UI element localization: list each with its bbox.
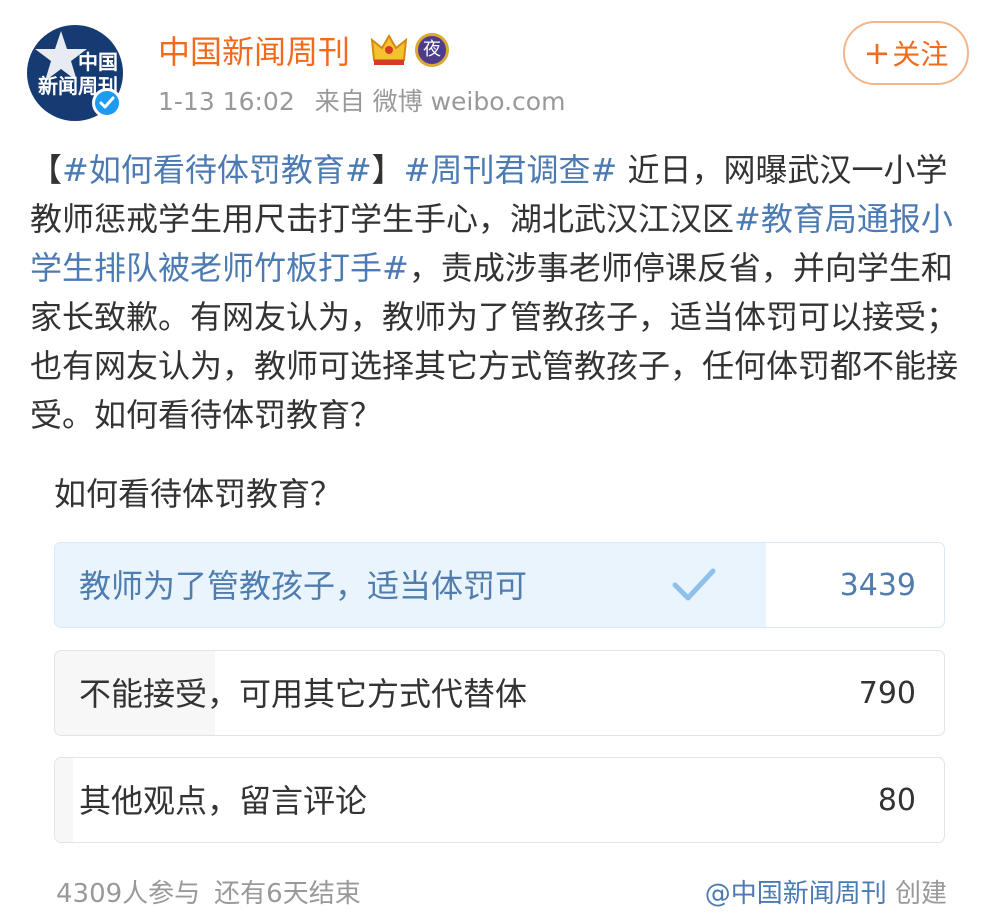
poll-question: 如何看待体罚教育？ bbox=[54, 475, 343, 513]
poll-option-fill bbox=[55, 758, 73, 842]
follow-button[interactable]: +关注 bbox=[843, 21, 969, 85]
creator-link[interactable]: @中国新闻周刊 bbox=[705, 879, 887, 909]
night-mode-badge: 夜 bbox=[415, 33, 449, 67]
poll-option-label: 其他观点，留言评论 bbox=[79, 782, 368, 820]
poll-participants: 4309人参与 bbox=[56, 879, 201, 909]
post-source: 来自 微博 weibo.com bbox=[314, 87, 566, 116]
poll-option-1[interactable]: 教师为了管教孩子，适当体罚可 3439 bbox=[54, 542, 945, 628]
post-text: 【#如何看待体罚教育#】#周刊君调查# 近日，网曝武汉一小学教师惩戒学生用尺击打… bbox=[30, 151, 959, 434]
poll-footer: 4309人参与 还有6天结束 @中国新闻周刊 创建 bbox=[56, 872, 947, 916]
crown-icon bbox=[370, 34, 408, 65]
hashtag-link[interactable]: #如何看待体罚教育# bbox=[62, 151, 372, 189]
post-meta: 1-13 16:02 来自 微博 weibo.com bbox=[158, 82, 577, 122]
account-name[interactable]: 中国新闻周刊 bbox=[158, 28, 350, 76]
follow-label: 关注 bbox=[892, 38, 949, 71]
poll-option-3[interactable]: 其他观点，留言评论 80 bbox=[54, 757, 945, 843]
poll-option-2[interactable]: 不能接受，可用其它方式代替体 790 bbox=[54, 650, 945, 736]
poll-option-count: 790 bbox=[858, 676, 916, 711]
poll-creator: @中国新闻周刊 创建 bbox=[704, 879, 947, 909]
hashtag-link[interactable]: #周刊君调查# bbox=[404, 151, 618, 189]
post-timestamp: 1-13 16:02 bbox=[158, 87, 295, 116]
plus-icon: + bbox=[863, 34, 891, 72]
poll-option-label: 不能接受，可用其它方式代替体 bbox=[79, 675, 528, 713]
verified-check-icon bbox=[92, 88, 122, 118]
poll-option-count: 80 bbox=[877, 783, 916, 818]
poll-option-count: 3439 bbox=[839, 568, 916, 603]
check-icon bbox=[672, 568, 716, 601]
poll-option-label: 教师为了管教孩子，适当体罚可 bbox=[79, 567, 528, 605]
poll-remaining: 还有6天结束 bbox=[214, 879, 361, 909]
